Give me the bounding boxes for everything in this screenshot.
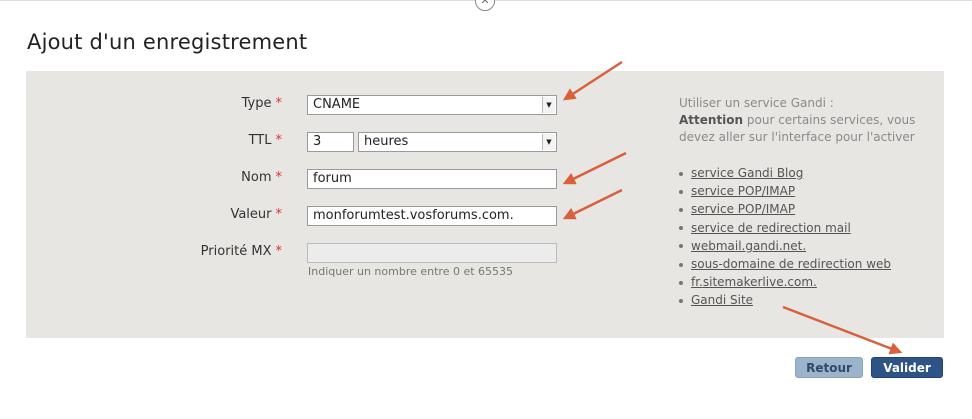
back-button[interactable]: Retour	[795, 357, 863, 378]
bullet-icon	[679, 298, 683, 303]
bullet-icon	[679, 207, 683, 212]
submit-button[interactable]: Valider	[871, 357, 943, 378]
list-item: webmail.gandi.net.	[679, 237, 891, 255]
services-info: Utiliser un service Gandi : Attention po…	[679, 95, 939, 146]
valeur-input[interactable]: monforumtest.vosforums.com.	[307, 206, 557, 226]
service-link[interactable]: Gandi Site	[691, 293, 753, 307]
bullet-icon	[679, 262, 683, 267]
chevron-down-icon: ▼	[542, 97, 555, 113]
ttl-unit-select[interactable]: heures ▼	[358, 132, 557, 152]
ttl-unit-value: heures	[364, 134, 409, 149]
ttl-label: TTL *	[248, 133, 282, 148]
services-intro: Utiliser un service Gandi :	[679, 96, 834, 110]
chevron-down-icon: ▼	[542, 134, 555, 150]
bullet-icon	[679, 280, 683, 285]
attention-label: Attention	[679, 113, 744, 127]
priorite-hint: Indiquer un nombre entre 0 et 65535	[308, 265, 514, 278]
list-item: service POP/IMAP	[679, 182, 891, 200]
nom-input-value: forum	[313, 171, 352, 186]
valeur-input-value: monforumtest.vosforums.com.	[313, 208, 514, 223]
service-link[interactable]: service POP/IMAP	[691, 184, 795, 198]
type-select[interactable]: CNAME ▼	[307, 95, 557, 115]
type-label: Type *	[241, 96, 282, 111]
service-link[interactable]: service POP/IMAP	[691, 202, 795, 216]
bullet-icon	[679, 244, 683, 249]
services-list: service Gandi Blog service POP/IMAP serv…	[679, 164, 891, 310]
list-item: Gandi Site	[679, 291, 891, 309]
bullet-icon	[679, 189, 683, 194]
service-link[interactable]: service de redirection mail	[691, 221, 851, 235]
ttl-input[interactable]: 3	[307, 132, 354, 152]
bullet-icon	[679, 171, 683, 176]
priorite-mx-input[interactable]	[307, 243, 557, 263]
list-item: fr.sitemakerlive.com.	[679, 273, 891, 291]
services-attention: Attention pour certains services, vous d…	[679, 112, 939, 146]
valeur-label: Valeur *	[230, 207, 282, 222]
list-item: service Gandi Blog	[679, 164, 891, 182]
close-icon[interactable]: ✕	[475, 0, 495, 11]
service-link[interactable]: webmail.gandi.net.	[691, 239, 806, 253]
type-select-value: CNAME	[313, 97, 361, 112]
list-item: sous-domaine de redirection web	[679, 255, 891, 273]
ttl-input-value: 3	[313, 134, 322, 149]
list-item: service de redirection mail	[679, 219, 891, 237]
nom-label: Nom *	[241, 170, 282, 185]
service-link[interactable]: sous-domaine de redirection web	[691, 257, 891, 271]
nom-input[interactable]: forum	[307, 169, 557, 189]
dialog-title: Ajout d'un enregistrement	[27, 30, 308, 54]
priorite-label: Priorité MX *	[200, 244, 282, 259]
service-link[interactable]: service Gandi Blog	[691, 166, 803, 180]
bullet-icon	[679, 226, 683, 231]
service-link[interactable]: fr.sitemakerlive.com.	[691, 275, 817, 289]
list-item: service POP/IMAP	[679, 200, 891, 218]
